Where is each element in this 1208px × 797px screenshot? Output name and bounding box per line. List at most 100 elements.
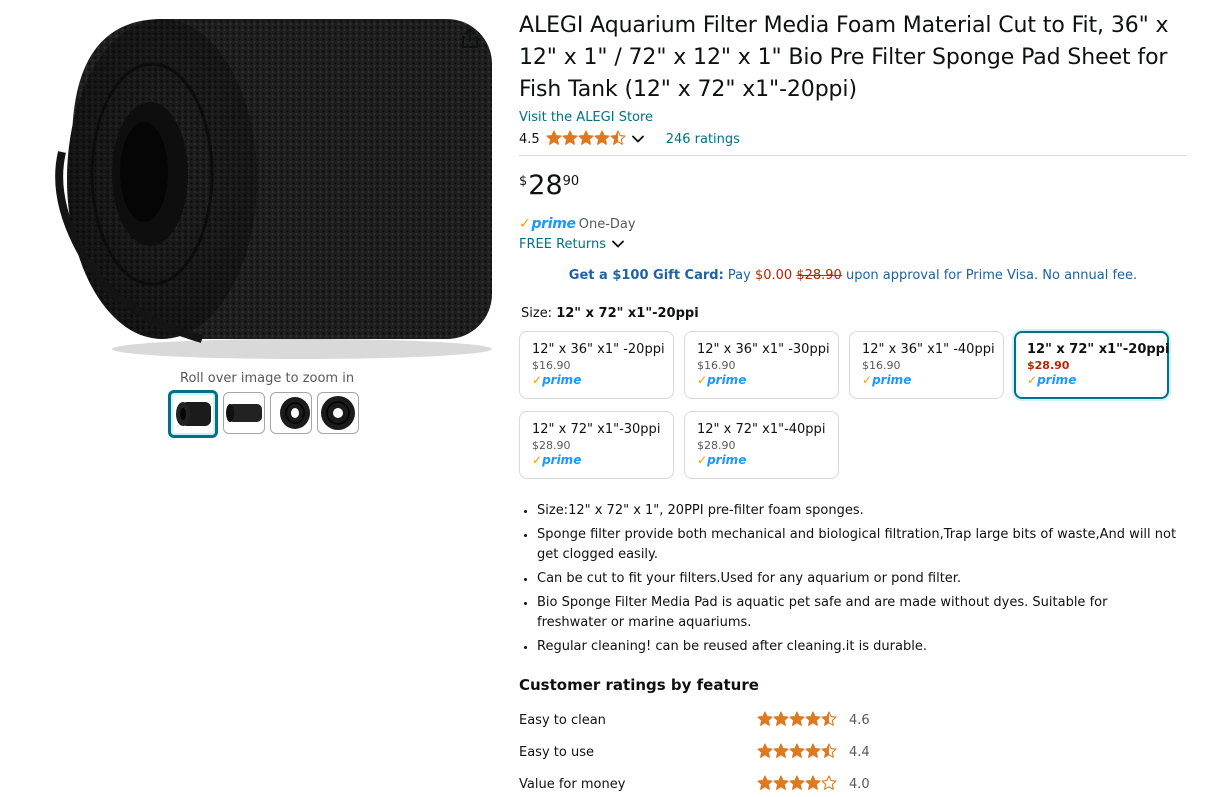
chevron-down-icon[interactable] bbox=[612, 237, 624, 252]
size-option-name: 12" x 36" x1" -20ppi bbox=[532, 342, 665, 357]
size-option-price: $28.90 bbox=[1027, 359, 1070, 372]
product-info: ALEGI Aquarium Filter Media Foam Materia… bbox=[519, 10, 1187, 797]
main-product-image[interactable] bbox=[52, 14, 502, 364]
thumbnail-roll-side[interactable] bbox=[223, 392, 265, 434]
prime-logo: ✓prime bbox=[697, 453, 747, 467]
rating-summary: 4.5 246 ratings bbox=[519, 129, 1187, 149]
size-option-price: $16.90 bbox=[697, 359, 736, 372]
prime-check-icon: ✓ bbox=[697, 453, 708, 467]
selected-size: 12" x 72" x1"-20ppi bbox=[556, 306, 699, 321]
thumbnail-roll-end[interactable] bbox=[270, 392, 312, 434]
prime-speed: One-Day bbox=[578, 216, 636, 232]
star-icon bbox=[757, 774, 773, 794]
prime-check-icon: ✓ bbox=[519, 216, 531, 232]
zoom-hint: Roll over image to zoom in bbox=[180, 371, 355, 386]
star-icon bbox=[757, 742, 773, 762]
size-option-name: 12" x 72" x1"-20ppi bbox=[1027, 342, 1170, 357]
feature-name: Easy to use bbox=[519, 744, 594, 760]
prime-check-icon: ✓ bbox=[532, 373, 543, 387]
prime-logo: ✓prime bbox=[519, 216, 576, 232]
star-icon bbox=[546, 129, 562, 149]
star-icon bbox=[789, 710, 805, 730]
size-option-name: 12" x 36" x1" -30ppi bbox=[697, 342, 830, 357]
price-fraction: 90 bbox=[562, 174, 580, 189]
feature-rating-row: Value for money 4.0 bbox=[519, 768, 1187, 797]
star-icon bbox=[789, 774, 805, 794]
feature-value: 4.6 bbox=[849, 712, 870, 728]
feature-value: 4.4 bbox=[849, 744, 870, 760]
feature-rating-row: Easy to clean 4.6 bbox=[519, 704, 1187, 736]
size-option-price: $16.90 bbox=[532, 359, 571, 372]
thumbnail-strip bbox=[168, 390, 359, 438]
features-title: Customer ratings by feature bbox=[519, 676, 759, 694]
feature-bullet: Bio Sponge Filter Media Pad is aquatic p… bbox=[537, 593, 1179, 633]
size-option-price: $16.90 bbox=[862, 359, 901, 372]
prime-delivery: ✓prime One-Day bbox=[519, 216, 1187, 232]
product-title: ALEGI Aquarium Filter Media Foam Materia… bbox=[519, 13, 1169, 102]
star-icon bbox=[562, 129, 578, 149]
thumbnail-roll-top[interactable] bbox=[317, 392, 359, 434]
size-option[interactable]: 12" x 72" x1"-40ppi $28.90 ✓prime bbox=[684, 411, 839, 479]
size-option-name: 12" x 72" x1"-30ppi bbox=[532, 422, 661, 437]
star-icon bbox=[805, 774, 821, 794]
size-option[interactable]: 12" x 36" x1" -20ppi $16.90 ✓prime bbox=[519, 331, 674, 399]
prime-logo: ✓prime bbox=[697, 373, 747, 387]
size-option[interactable]: 12" x 72" x1"-20ppi $28.90 ✓prime bbox=[1014, 331, 1169, 399]
size-label: Size: 12" x 72" x1"-20ppi bbox=[521, 306, 699, 321]
star-icon bbox=[821, 742, 837, 762]
feature-stars bbox=[757, 742, 849, 762]
share-icon[interactable] bbox=[458, 26, 482, 50]
star-icon bbox=[789, 742, 805, 762]
star-icon bbox=[773, 710, 789, 730]
prime-check-icon: ✓ bbox=[532, 453, 543, 467]
feature-name: Easy to clean bbox=[519, 712, 606, 728]
size-option-name: 12" x 72" x1"-40ppi bbox=[697, 422, 826, 437]
price: $ 28 90 bbox=[519, 172, 1187, 202]
feature-bullet: Can be cut to fit your filters.Used for … bbox=[537, 569, 1179, 589]
thumbnail-roll-front[interactable] bbox=[168, 390, 218, 438]
size-option-price: $28.90 bbox=[697, 439, 736, 452]
price-whole: 28 bbox=[528, 170, 563, 201]
size-swatches: 12" x 36" x1" -20ppi $16.90 ✓prime 12" x 36… bbox=[519, 331, 1187, 491]
prime-logo: ✓prime bbox=[532, 453, 582, 467]
star-icon bbox=[610, 129, 626, 149]
rating-value: 4.5 bbox=[519, 131, 540, 147]
size-option[interactable]: 12" x 36" x1" -40ppi $16.90 ✓prime bbox=[849, 331, 1004, 399]
prime-check-icon: ✓ bbox=[697, 373, 708, 387]
star-icon bbox=[773, 774, 789, 794]
prime-check-icon: ✓ bbox=[1027, 373, 1038, 387]
prime-logo: ✓prime bbox=[1027, 373, 1077, 387]
prime-logo: ✓prime bbox=[532, 373, 582, 387]
rating-stars[interactable] bbox=[546, 129, 626, 149]
star-icon bbox=[773, 742, 789, 762]
size-option[interactable]: 12" x 36" x1" -30ppi $16.90 ✓prime bbox=[684, 331, 839, 399]
feature-name: Value for money bbox=[519, 776, 626, 792]
feature-stars bbox=[757, 774, 849, 794]
star-icon bbox=[805, 710, 821, 730]
feature-stars bbox=[757, 710, 849, 730]
feature-rating-row: Easy to use 4.4 bbox=[519, 736, 1187, 768]
star-icon bbox=[594, 129, 610, 149]
prime-check-icon: ✓ bbox=[862, 373, 873, 387]
ratings-count-link[interactable]: 246 ratings bbox=[666, 132, 740, 147]
feature-bullet: Regular cleaning! can be reused after cl… bbox=[537, 637, 1179, 657]
feature-bullets: Size:12" x 72" x 1", 20PPI pre-filter fo… bbox=[519, 501, 1179, 657]
star-icon bbox=[821, 774, 837, 794]
chevron-down-icon[interactable] bbox=[631, 132, 644, 147]
size-option-name: 12" x 36" x1" -40ppi bbox=[862, 342, 995, 357]
feature-bullet: Size:12" x 72" x 1", 20PPI pre-filter fo… bbox=[537, 501, 1179, 521]
star-icon bbox=[805, 742, 821, 762]
feature-bullet: Sponge filter provide both mechanical an… bbox=[537, 525, 1179, 565]
feature-value: 4.0 bbox=[849, 776, 870, 792]
star-icon bbox=[757, 710, 773, 730]
gift-card-offer[interactable]: Get a $100 Gift Card: Pay $0.00 $28.90 u… bbox=[519, 268, 1187, 283]
price-symbol: $ bbox=[519, 174, 528, 189]
star-icon bbox=[821, 710, 837, 730]
size-option-price: $28.90 bbox=[532, 439, 571, 452]
feature-ratings: Easy to clean 4.6 Easy to use 4.4 Value for … bbox=[519, 704, 1187, 797]
star-icon bbox=[578, 129, 594, 149]
store-link[interactable]: Visit the ALEGI Store bbox=[519, 109, 1187, 126]
size-option[interactable]: 12" x 72" x1"-30ppi $28.90 ✓prime bbox=[519, 411, 674, 479]
divider bbox=[519, 155, 1187, 156]
free-returns-link[interactable]: FREE Returns bbox=[519, 237, 1187, 252]
